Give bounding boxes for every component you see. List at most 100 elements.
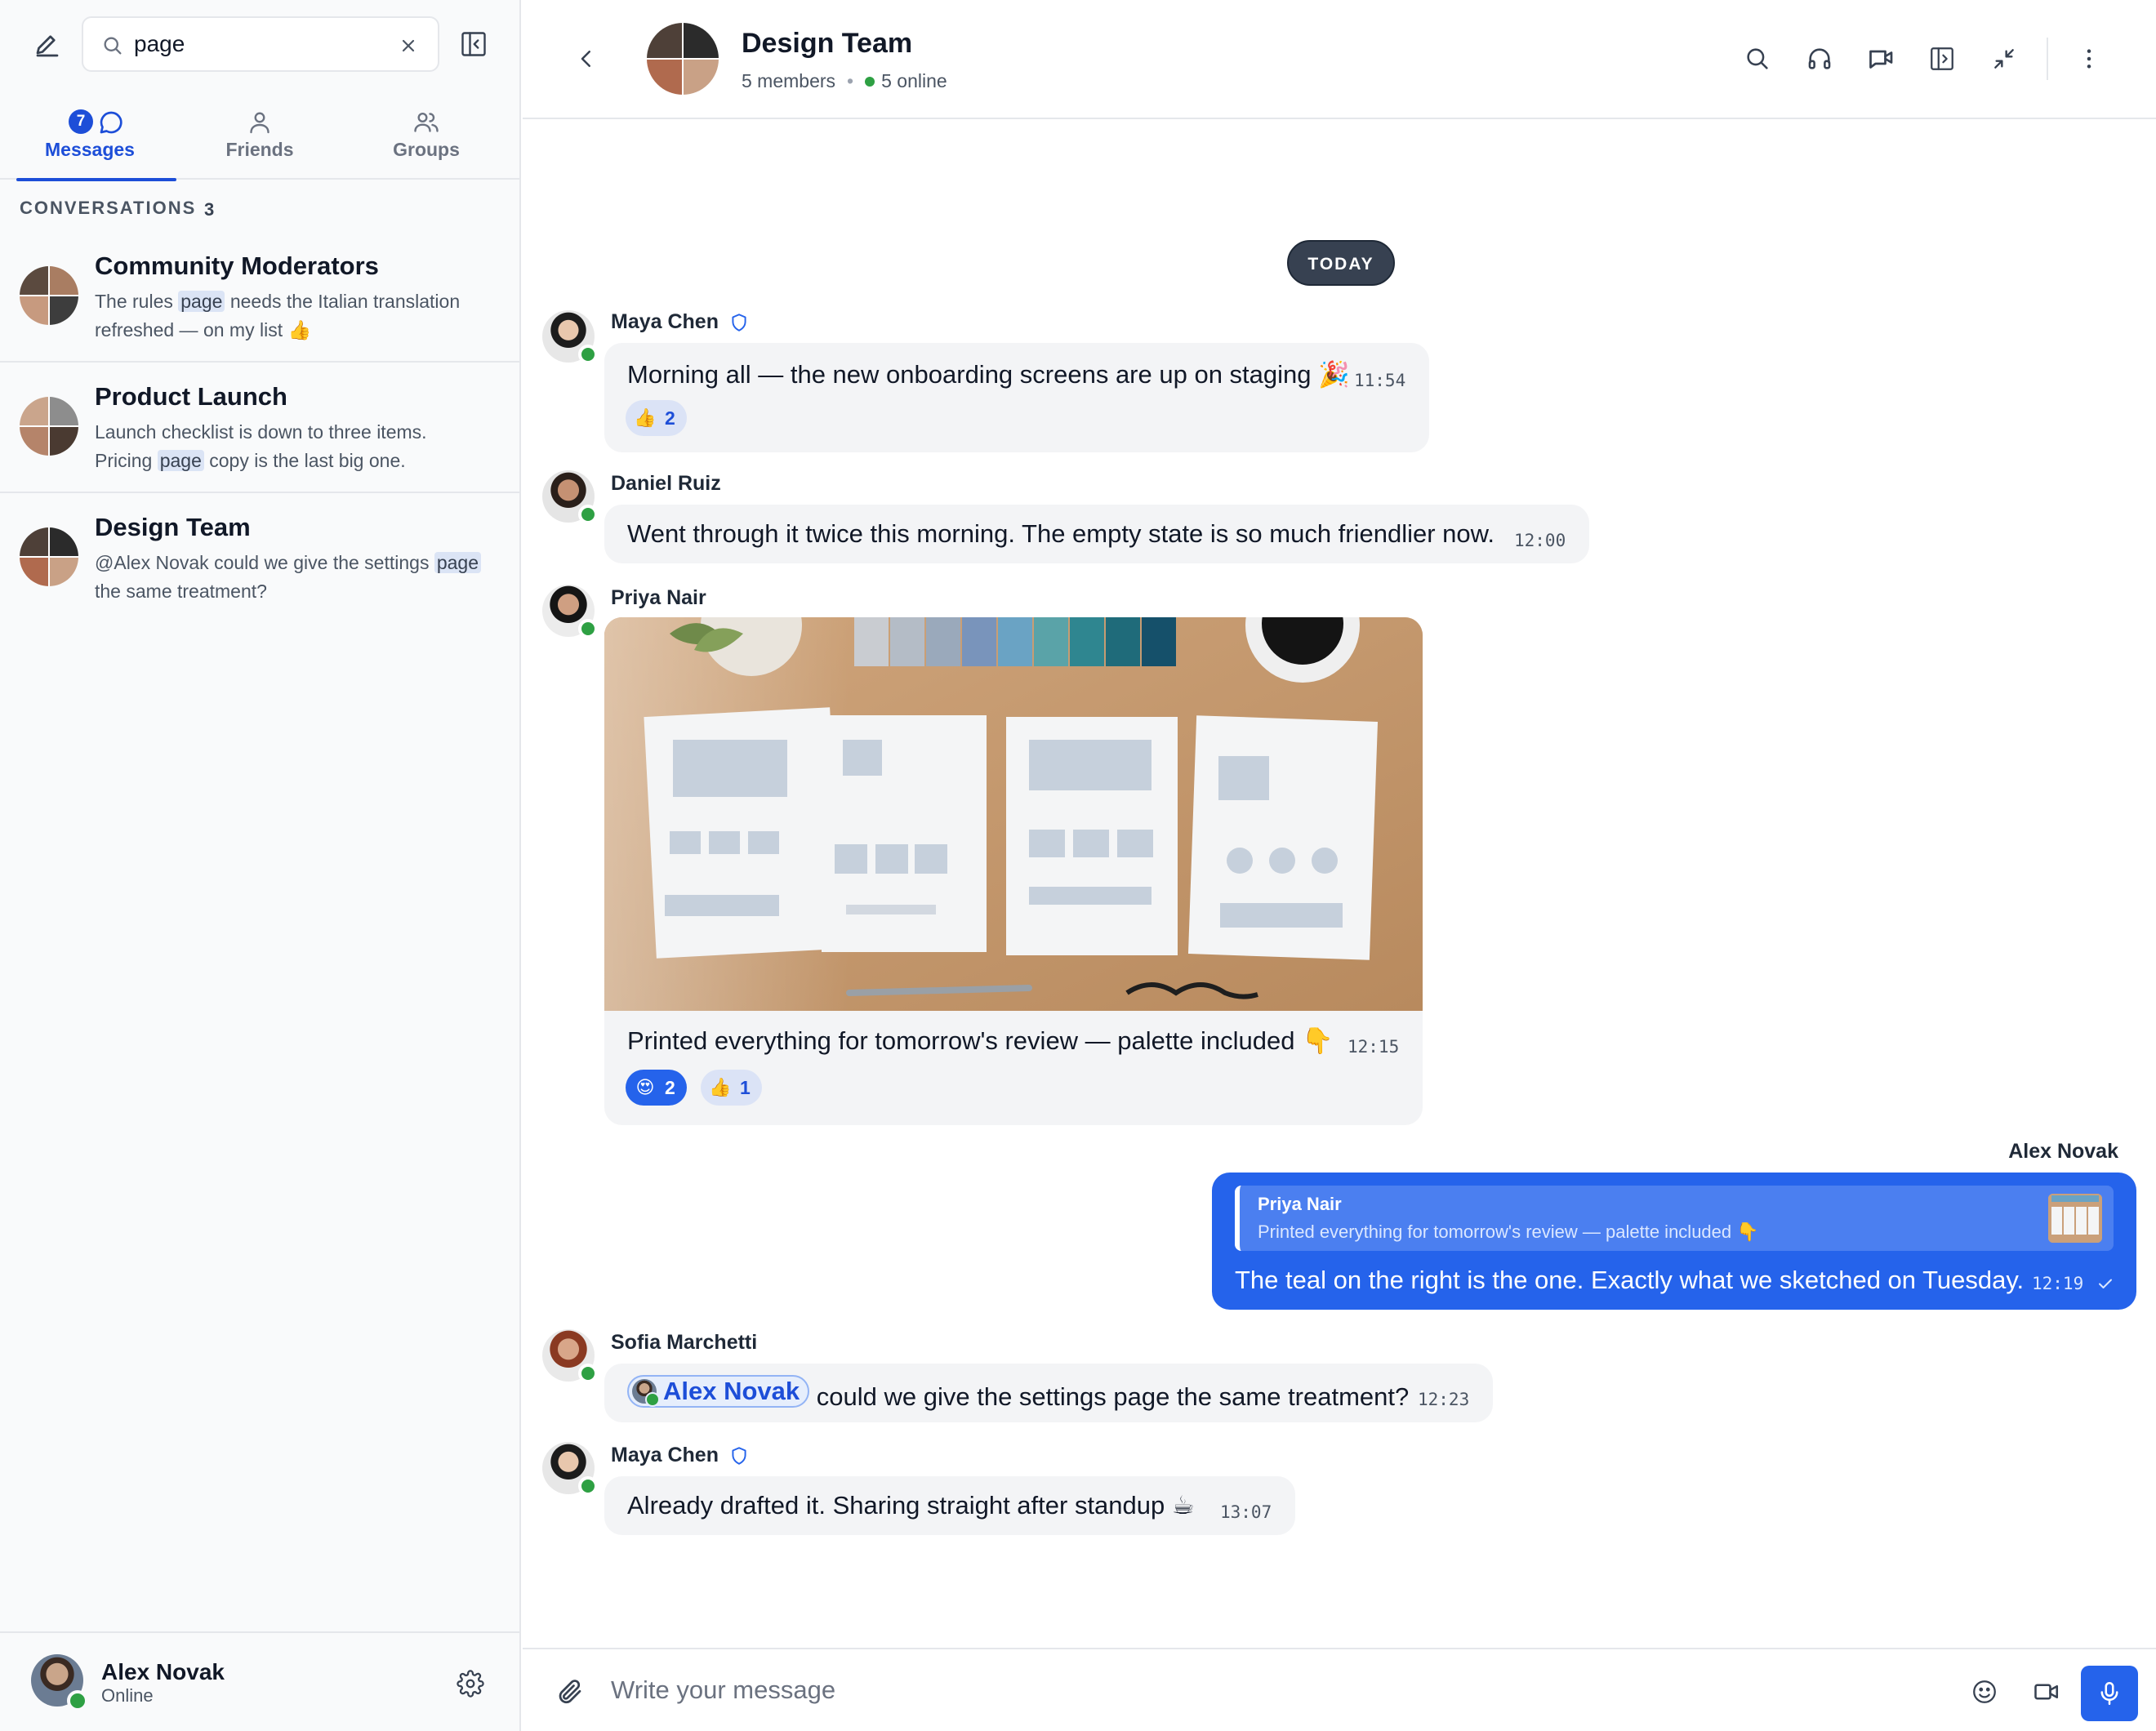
user-mention[interactable]: Alex Novak — [627, 1375, 810, 1408]
reaction-chip[interactable]: 👍 1 — [701, 1070, 762, 1106]
message-text: Morning all — the new onboarding screens… — [627, 360, 1350, 389]
message-time: 12:19 — [2032, 1274, 2084, 1293]
smiley-icon — [1973, 1680, 1996, 1703]
emoji-button[interactable] — [1967, 1674, 2002, 1710]
voice-call-button[interactable] — [1802, 41, 1838, 77]
group-avatar — [20, 397, 78, 456]
online-count: 5 online — [881, 70, 947, 91]
reply-quote[interactable]: Priya Nair Printed everything for tomorr… — [1235, 1186, 2114, 1251]
video-call-button[interactable] — [1864, 41, 1900, 77]
sidebar: 7 Messages Friends Groups CONVERSATIONS … — [0, 0, 521, 1731]
sidebar-right-icon — [1931, 47, 1953, 70]
search-match: page — [157, 450, 204, 471]
message-list[interactable]: TODAY Maya Chen Morning all — the new on… — [523, 121, 2156, 1648]
conversation-preview: @Alex Novak could we give the settings p… — [95, 549, 503, 606]
search-input[interactable] — [134, 26, 379, 62]
conversation-item[interactable]: Community Moderators The rules page need… — [0, 232, 519, 363]
attached-image[interactable] — [604, 617, 1423, 1011]
search-box[interactable] — [82, 16, 439, 72]
headphones-icon — [1808, 48, 1831, 69]
toggle-panel-button[interactable] — [1924, 41, 1960, 77]
settings-button[interactable] — [454, 1667, 487, 1700]
search-chat-button[interactable] — [1740, 41, 1775, 77]
online-status-dot — [67, 1690, 88, 1711]
close-icon — [402, 39, 415, 52]
conversations-count: 3 — [204, 199, 215, 220]
shield-icon — [732, 313, 746, 332]
message-bubble[interactable]: Morning all — the new onboarding screens… — [604, 343, 1429, 452]
message-bubble[interactable]: Went through it twice this morning. The … — [604, 505, 1589, 563]
online-status-dot — [578, 1476, 598, 1496]
message-bubble[interactable]: Printed everything for tomorrow's review… — [604, 617, 1423, 1125]
message-text: Printed everything for tomorrow's review… — [627, 1026, 1334, 1055]
chat-header: Design Team 5 members • 5 online — [523, 0, 2156, 119]
voice-message-button[interactable] — [2081, 1666, 2138, 1721]
online-status-dot — [578, 345, 598, 364]
conversation-preview: Launch checklist is down to three items.… — [95, 421, 427, 471]
message-text: The teal on the right is the one. Exactl… — [1235, 1266, 2025, 1294]
online-status-dot — [578, 505, 598, 524]
minimize-button[interactable] — [1986, 41, 2022, 77]
conversation-preview: The rules page needs the Italian transla… — [95, 291, 461, 340]
more-options-button[interactable] — [2071, 41, 2107, 77]
online-status-dot — [865, 76, 875, 87]
message-sender: Priya Nair — [611, 586, 706, 609]
unread-badge: 7 — [69, 109, 93, 134]
group-avatar[interactable] — [647, 23, 719, 95]
reaction-chip[interactable]: 😍 2 — [626, 1070, 687, 1106]
shield-icon — [732, 1446, 746, 1465]
tab-messages-label: Messages — [45, 139, 135, 160]
own-message-bubble[interactable]: Priya Nair Printed everything for tomorr… — [1212, 1173, 2136, 1310]
kebab-menu-icon — [2087, 49, 2091, 69]
reaction-chip[interactable]: 👍 2 — [626, 400, 687, 436]
tab-friends[interactable]: Friends — [176, 98, 343, 180]
chat-bubble-icon — [100, 111, 122, 134]
collapse-sidebar-button[interactable] — [457, 28, 490, 60]
check-icon — [2099, 1279, 2112, 1288]
message-bubble[interactable]: Alex Novak could we give the settings pa… — [604, 1364, 1493, 1422]
gear-icon — [457, 1670, 484, 1698]
message-text: Alex Novak could we give the settings pa… — [627, 1375, 1409, 1412]
group-avatar — [20, 527, 78, 586]
message-time: 12:23 — [1418, 1390, 1470, 1409]
quote-author: Priya Nair — [1258, 1194, 1342, 1214]
message-text: Already drafted it. Sharing straight aft… — [627, 1491, 1195, 1520]
attach-file-button[interactable] — [552, 1674, 588, 1710]
avatar — [632, 1379, 660, 1407]
message-text: Went through it twice this morning. The … — [627, 519, 1494, 548]
member-count: 5 members — [742, 70, 836, 91]
message-bubble[interactable]: Already drafted it. Sharing straight aft… — [604, 1476, 1295, 1535]
message-input[interactable] — [611, 1667, 1656, 1713]
message-time: 12:15 — [1348, 1037, 1400, 1057]
thumbs-up-icon: 👍 — [634, 407, 657, 428]
toolbar-divider — [2047, 38, 2048, 80]
conversation-item[interactable]: Product Launch Launch checklist is down … — [0, 363, 519, 493]
message-composer — [523, 1648, 2156, 1731]
conversation-title: Community Moderators — [95, 251, 379, 280]
sidebar-collapse-icon — [461, 32, 486, 56]
sidebar-toolbar — [0, 0, 519, 87]
tab-friends-label: Friends — [225, 139, 294, 160]
group-meta: 5 members • 5 online — [742, 70, 947, 92]
message-time: 13:07 — [1220, 1502, 1272, 1522]
tab-messages[interactable]: 7 Messages — [7, 98, 176, 181]
compose-button[interactable] — [29, 28, 65, 64]
heart-eyes-icon: 😍 — [635, 1077, 655, 1097]
separator-dot: • — [847, 70, 854, 91]
image-thumbnail-icon — [2048, 1194, 2102, 1243]
clear-search-button[interactable] — [394, 31, 423, 60]
people-icon — [414, 113, 439, 132]
current-user-panel: Alex Novak Online — [0, 1631, 519, 1731]
chevron-left-icon — [581, 51, 590, 67]
microphone-icon — [2100, 1681, 2118, 1706]
tab-groups[interactable]: Groups — [343, 98, 510, 180]
quote-text: Printed everything for tomorrow's review… — [1258, 1221, 1759, 1242]
message-time: 11:54 — [1354, 371, 1406, 390]
person-icon — [250, 112, 270, 134]
conversation-item[interactable]: Design Team @Alex Novak could we give th… — [0, 493, 519, 624]
conversation-title: Product Launch — [95, 382, 287, 411]
online-status-dot — [578, 1364, 598, 1383]
video-message-button[interactable] — [2029, 1674, 2065, 1710]
back-button[interactable] — [570, 42, 603, 75]
tab-groups-label: Groups — [393, 139, 460, 160]
